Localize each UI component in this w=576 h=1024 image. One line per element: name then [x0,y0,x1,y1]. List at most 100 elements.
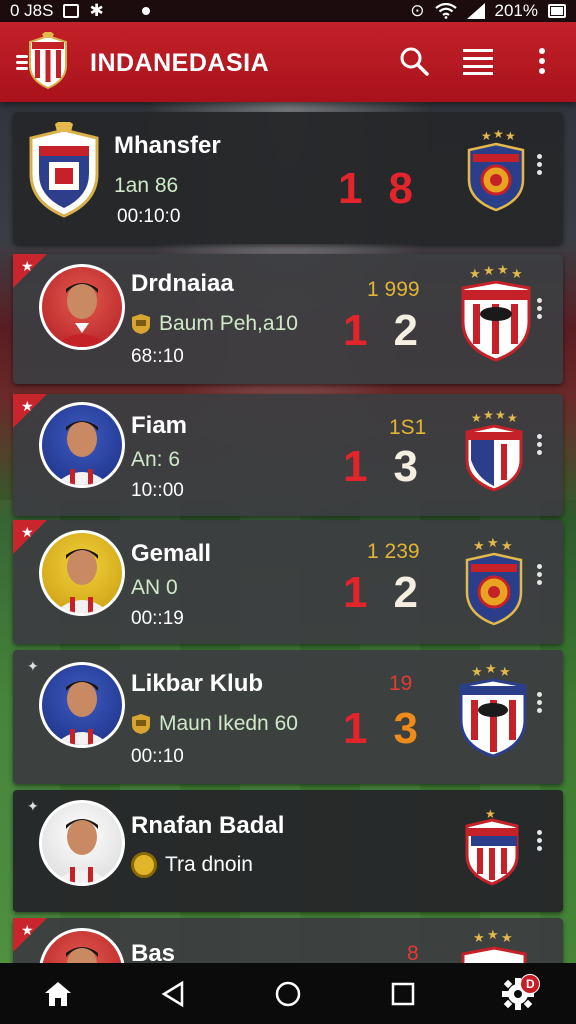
score-home: 1 [343,704,368,753]
svg-text:★: ★ [497,264,509,277]
avatar [39,264,125,350]
coin-icon [131,852,157,878]
home-club-crest-icon [29,122,99,218]
match-time: 10::00 [131,480,184,501]
svg-text:★: ★ [469,266,481,281]
svg-text:★: ★ [473,538,485,553]
more-options-icon[interactable] [537,692,543,716]
svg-text:★: ★ [511,266,523,281]
match-card[interactable]: ✦ Likbar Klub Maun Ikedn 60 00::10 19 13… [13,650,563,784]
score: 13 [343,442,418,492]
svg-text:★: ★ [501,930,513,945]
match-subtitle-text: Baum Peh,a10 [159,312,298,335]
star-icon: ✦ [27,798,39,814]
more-options-icon[interactable] [537,298,543,322]
match-card[interactable]: Mhansfer 1an 86 00:10:0 18 ★ ★ ★ [13,112,563,244]
score-home: 1 [343,442,368,491]
away-club-crest-icon: ★ ★ ★ [459,662,527,758]
score-away: 3 [393,704,418,753]
avatar [39,530,125,616]
svg-text:★: ★ [481,130,492,143]
match-card[interactable]: ★ Gemall AN 0 00::19 1 239 12 ★ ★ ★ [13,520,563,644]
team-name: Likbar Klub [131,670,264,697]
match-time: 68::10 [131,346,184,367]
more-options-icon[interactable] [537,154,543,178]
score: 18 [338,164,413,214]
svg-text:★: ★ [473,930,485,945]
settings-icon[interactable]: D [496,972,541,1016]
more-options-icon[interactable] [537,434,543,458]
score-away: 2 [393,568,418,617]
signal-icon [466,3,485,19]
svg-text:★: ★ [471,664,483,679]
club-logo-icon [29,32,67,90]
svg-text:★: ★ [487,928,499,942]
match-subtitle: An: 6 [131,448,181,471]
recents-icon[interactable] [381,972,425,1016]
avatar [39,402,125,488]
team-name: Gemall [131,540,212,567]
svg-text:★: ★ [483,264,495,278]
match-time: 00:10:0 [117,206,181,227]
avatar [39,662,125,748]
app-bar: INDANEDASIA [0,22,576,102]
battery-percent: 201% [494,1,538,20]
odds-value: 1S1 [389,416,427,439]
score-home: 1 [343,568,368,617]
odds-value: 1 239 [367,540,420,563]
list-icon[interactable] [462,44,494,78]
back-icon[interactable] [151,972,195,1016]
team-name: Mhansfer [114,132,221,159]
match-subtitle-text: Maun Ikedn 60 [159,712,298,735]
avatar [39,800,125,886]
svg-text:★: ★ [501,538,513,553]
match-card[interactable]: ✦ Rnafan Badal Tra dnoin ★ [13,790,563,912]
team-name: Drdnaiaa [131,270,234,297]
away-club-crest-icon: ★ [465,807,519,886]
more-options-icon[interactable] [537,830,543,854]
svg-text:★: ★ [485,662,497,676]
star-icon: ✦ [27,658,39,674]
more-vert-icon[interactable] [526,44,558,78]
score-away: 3 [393,442,418,491]
circle-home-icon[interactable] [266,972,310,1016]
svg-text:★: ★ [471,411,482,425]
match-time: 00::10 [131,746,184,767]
match-card[interactable]: ★ Fiam An: 6 10::00 1S1 13 ★ ★ ★ ★ [13,394,563,516]
team-name: Rnafan Badal [131,812,285,839]
search-icon[interactable] [398,44,430,78]
status-bar: 0 J8S ✱ ⊙ 201% [0,0,576,22]
svg-text:★: ★ [483,410,494,422]
team-name: Fiam [131,412,188,439]
svg-text:★: ★ [505,130,516,143]
more-options-icon[interactable] [537,564,543,588]
star-icon: ★ [21,922,34,938]
score-away: 2 [393,306,418,355]
battery-icon [548,4,566,18]
away-club-crest-icon: ★ ★ ★ [467,130,525,212]
system-nav-bar: D [0,963,576,1024]
score: 13 [343,704,418,754]
svg-text:★: ★ [493,130,504,141]
match-subtitle: Tra dnoin [131,852,253,878]
star-icon: ★ [21,524,34,540]
mini-crest-icon [132,714,150,734]
match-card[interactable]: ★ Drdnaiaa Baum Peh,a10 68::10 1 999 12 … [13,254,563,384]
home-icon[interactable] [36,972,80,1016]
away-club-crest-icon: ★ ★ ★ ★ [461,264,531,362]
score: 12 [343,568,418,618]
svg-text:★: ★ [499,664,511,679]
notification-badge: D [520,973,541,994]
match-subtitle: Baum Peh,a10 [131,312,298,336]
match-subtitle: AN 0 [131,576,178,599]
away-club-crest-icon: ★ ★ ★ [465,536,523,626]
bluetooth-icon: ✱ [89,1,104,20]
odds-value: 1 999 [367,278,420,301]
star-icon: ★ [21,398,34,414]
star-icon: ★ [21,258,34,274]
match-subtitle: Maun Ikedn 60 [131,712,298,736]
away-club-crest-icon: ★ ★ ★ ★ [465,410,523,492]
wifi-icon [434,3,457,19]
score: 12 [343,306,418,356]
mini-crest-icon [132,314,150,334]
